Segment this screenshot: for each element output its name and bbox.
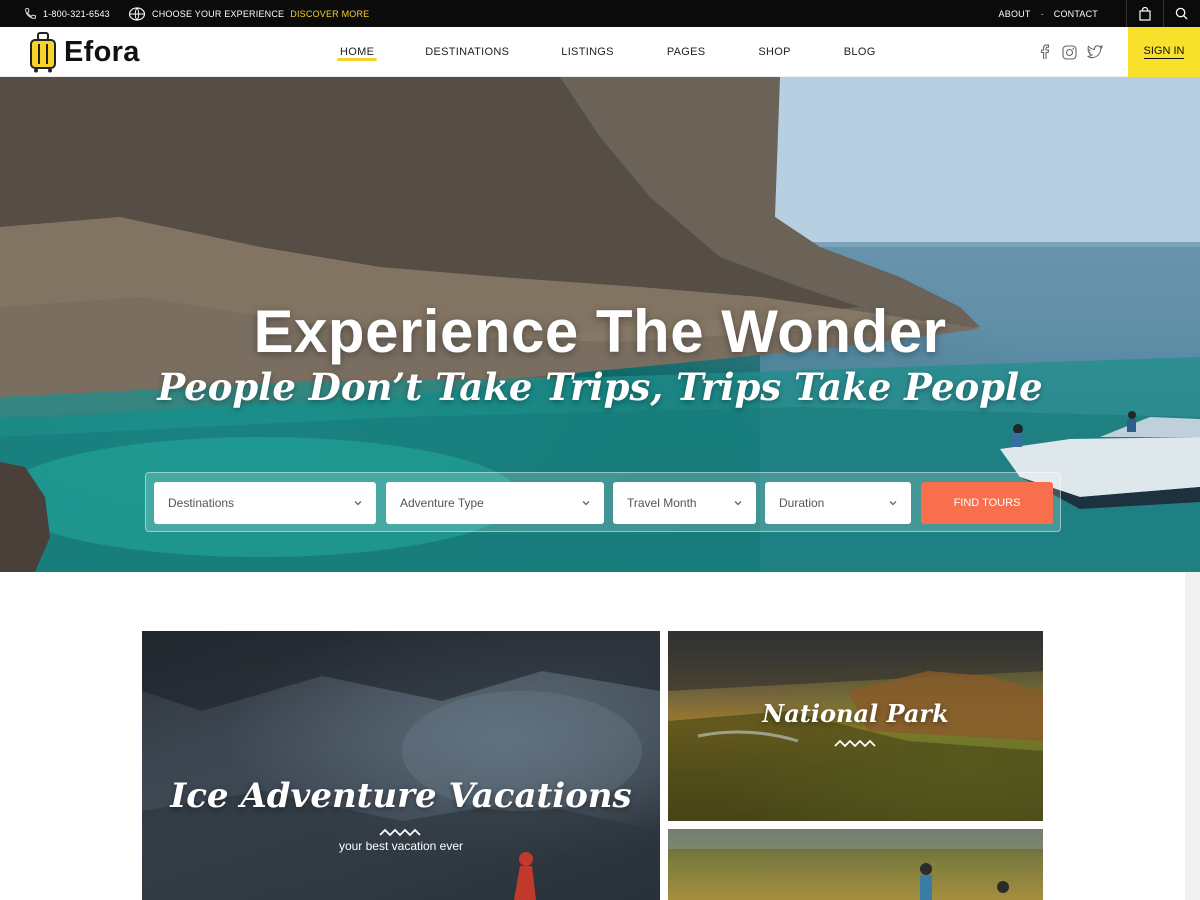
hiking-card[interactable] (668, 829, 1043, 900)
cart-button[interactable] (1126, 0, 1162, 27)
chevron-down-icon (734, 501, 742, 506)
phone-number: 1-800-321-6543 (43, 8, 110, 19)
nav-item-listings[interactable]: LISTINGS (561, 46, 614, 58)
ice-adventure-card[interactable]: Ice Adventure Vacations your best vacati… (142, 631, 660, 900)
top-links: ABOUT - CONTACT (999, 0, 1098, 27)
travel-month-select-value: Travel Month (627, 496, 697, 510)
top-bar: 1-800-321-6543 CHOOSE YOUR EXPERIENCE DI… (0, 0, 1200, 27)
about-link[interactable]: ABOUT (999, 9, 1031, 19)
destinations-select[interactable]: Destinations (154, 482, 376, 524)
globe-icon (128, 6, 146, 21)
phone-info[interactable]: 1-800-321-6543 (24, 0, 110, 27)
main-navbar: Efora HOME DESTINATIONS LISTINGS PAGES S… (0, 27, 1200, 77)
page-scrollbar[interactable] (1185, 572, 1200, 900)
zigzag-divider-icon (833, 739, 876, 748)
tour-search-form: Destinations Adventure Type Travel Month… (145, 472, 1061, 532)
sign-in-button[interactable]: SIGN IN (1128, 27, 1200, 77)
facebook-icon[interactable] (1038, 44, 1052, 60)
discover-more-link[interactable]: DISCOVER MORE (290, 9, 369, 19)
suitcase-logo-icon (30, 32, 56, 73)
ice-adventure-caption: your best vacation ever (338, 839, 464, 853)
find-tours-button[interactable]: FIND TOURS (921, 482, 1053, 524)
adventure-type-select[interactable]: Adventure Type (386, 482, 604, 524)
duration-select-value: Duration (779, 496, 825, 510)
experience-info: CHOOSE YOUR EXPERIENCE DISCOVER MORE (128, 0, 369, 27)
chevron-down-icon (889, 501, 897, 506)
social-links (1038, 27, 1103, 77)
chevron-down-icon (354, 501, 362, 506)
nav-item-home[interactable]: HOME (336, 46, 378, 61)
hero-title: Experience The Wonder (253, 298, 947, 365)
instagram-icon[interactable] (1062, 44, 1077, 60)
experience-text: CHOOSE YOUR EXPERIENCE (152, 8, 285, 19)
contact-link[interactable]: CONTACT (1054, 9, 1098, 19)
hero-subtitle: People Don’t Take Trips, Trips Take Peop… (157, 365, 1043, 409)
ice-adventure-title: Ice Adventure Vacations (170, 776, 632, 816)
twitter-icon[interactable] (1087, 45, 1103, 59)
nav-item-destinations[interactable]: DESTINATIONS (425, 46, 509, 58)
adventure-type-select-value: Adventure Type (400, 496, 484, 510)
nav-item-blog[interactable]: BLOG (844, 46, 876, 58)
sign-in-label: SIGN IN (1143, 45, 1185, 59)
primary-nav: HOME DESTINATIONS LISTINGS PAGES SHOP BL… (336, 27, 876, 77)
logo-text: Efora (64, 35, 140, 68)
travel-month-select[interactable]: Travel Month (613, 482, 756, 524)
phone-icon (25, 8, 36, 19)
duration-select[interactable]: Duration (765, 482, 911, 524)
search-icon (1175, 7, 1188, 20)
hero-banner: Experience The Wonder People Don’t Take … (0, 77, 1200, 572)
ice-cave-image (142, 631, 660, 900)
national-park-title: National Park (762, 699, 949, 728)
search-button[interactable] (1163, 0, 1199, 27)
zigzag-divider-icon (379, 828, 421, 837)
nav-item-shop[interactable]: SHOP (758, 46, 790, 58)
shopping-bag-icon (1138, 6, 1151, 21)
national-park-card[interactable]: National Park (668, 631, 1043, 821)
destinations-select-value: Destinations (168, 496, 235, 510)
links-separator: - (1040, 8, 1044, 19)
chevron-down-icon (582, 501, 590, 506)
nav-item-pages[interactable]: PAGES (667, 46, 706, 58)
site-logo[interactable]: Efora (28, 31, 140, 73)
hiking-image (668, 829, 1043, 900)
